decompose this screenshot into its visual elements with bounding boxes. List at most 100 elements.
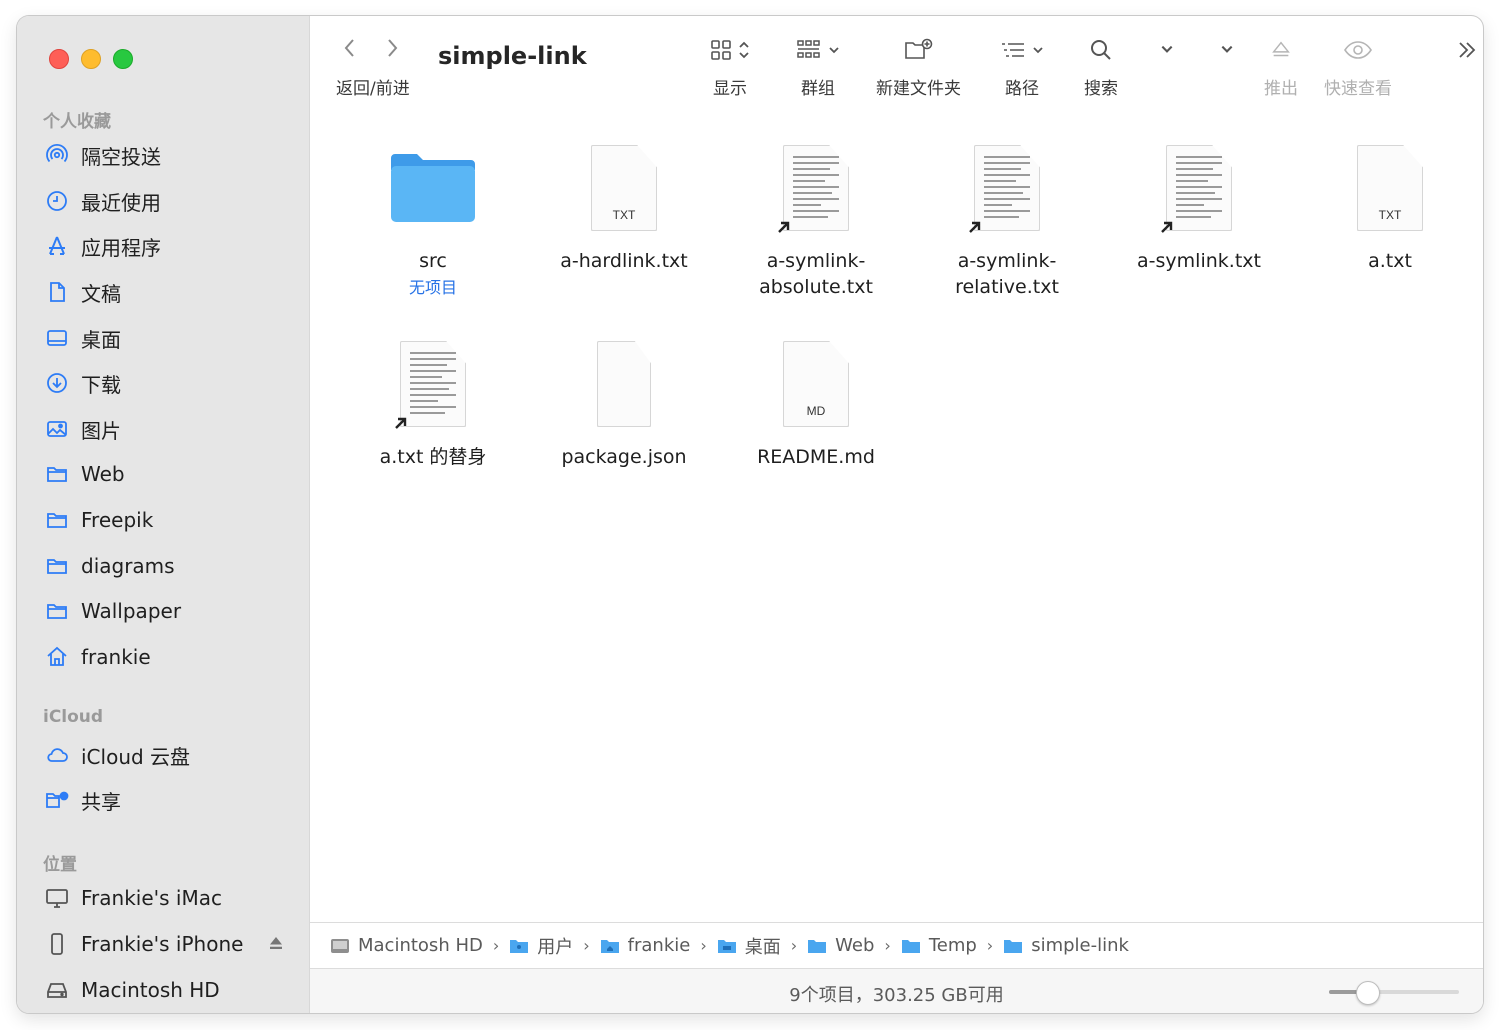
eject-label: 推出: [1264, 79, 1298, 99]
sidebar-item-applications[interactable]: 应用程序: [43, 229, 293, 263]
file-item-a-hardlink[interactable]: TXT a-hardlink.txt: [534, 138, 714, 274]
folder-icon: [43, 597, 71, 625]
file-item-a-txt[interactable]: TXT a.txt: [1300, 138, 1480, 274]
sidebar-item-pictures[interactable]: 图片: [43, 412, 293, 446]
sidebar-item-label: Frankie's iMac: [81, 886, 222, 910]
file-item-a-symlink-relative[interactable]: a-symlink- relative.txt: [917, 138, 1097, 300]
finder-window: 个人收藏 隔空投送 最近使用 应用程序 文稿 桌面 下载 图片 Web Free…: [17, 16, 1483, 1013]
chevron-right-icon: ›: [790, 936, 798, 955]
text-file-icon: TXT: [574, 138, 674, 238]
search-icon: [1091, 40, 1111, 60]
file-item-package-json[interactable]: package.json: [534, 334, 714, 470]
quicklook-button[interactable]: 快速查看: [1324, 34, 1392, 99]
sidebar-item-documents[interactable]: 文稿: [43, 275, 293, 309]
file-item-readme[interactable]: MD README.md: [726, 334, 906, 470]
path-crumb-macintosh-hd[interactable]: Macintosh HD: [330, 935, 483, 956]
sidebar-item-web[interactable]: Web: [43, 457, 293, 491]
sidebar-item-freepik[interactable]: Freepik: [43, 503, 293, 537]
path-button[interactable]: 路径: [1000, 34, 1044, 99]
more-dropdown-1[interactable]: [1160, 42, 1174, 56]
alias-file-icon: [766, 138, 866, 238]
sidebar-item-iphone[interactable]: Frankie's iPhone: [43, 927, 293, 961]
group-icon: [797, 40, 820, 58]
close-button[interactable]: [49, 49, 69, 69]
eject-button[interactable]: 推出: [1264, 34, 1298, 99]
sidebar-item-airdrop[interactable]: 隔空投送: [43, 138, 293, 172]
sidebar-item-wallpaper[interactable]: Wallpaper: [43, 594, 293, 628]
sidebar-item-label: frankie: [81, 645, 151, 669]
file-item-src[interactable]: src 无项目: [343, 138, 523, 298]
sidebar-item-diagrams[interactable]: diagrams: [43, 549, 293, 583]
search-button[interactable]: 搜索: [1084, 34, 1118, 99]
path-label: 路径: [1005, 79, 1039, 99]
file-grid: src 无项目 TXT a-hardlink.txt a-symlink- ab…: [310, 116, 1483, 923]
sidebar-item-imac[interactable]: Frankie's iMac: [43, 881, 293, 915]
folder-icon: [43, 506, 71, 534]
sidebar-item-icloud-drive[interactable]: iCloud 云盘: [43, 738, 293, 772]
new-folder-button[interactable]: 新建文件夹: [876, 34, 961, 99]
imac-icon: [43, 884, 71, 912]
minimize-button[interactable]: [81, 49, 101, 69]
eject-icon: [1272, 41, 1290, 57]
home-folder-icon: [600, 937, 620, 955]
path-crumb-simple-link[interactable]: simple-link: [1003, 935, 1129, 956]
back-button[interactable]: [340, 36, 360, 64]
sidebar-item-label: diagrams: [81, 554, 175, 578]
toolbar-overflow-button[interactable]: [1456, 40, 1478, 60]
path-list-icon: [1002, 43, 1024, 57]
chevron-right-icon: ›: [700, 936, 707, 955]
view-mode-button[interactable]: 显示: [710, 34, 750, 99]
file-item-a-txt-alias[interactable]: a.txt 的替身: [343, 334, 523, 470]
clock-icon: [43, 187, 71, 215]
file-name: a-symlink.txt: [1137, 250, 1261, 272]
sidebar-item-label: Macintosh HD: [81, 978, 220, 1002]
chevron-down-icon: [1221, 45, 1233, 53]
sidebar-item-label: 共享: [81, 789, 121, 814]
path-crumb-label: 桌面: [744, 936, 781, 958]
sidebar-item-desktop[interactable]: 桌面: [43, 321, 293, 355]
chevron-down-icon: [1033, 47, 1043, 54]
path-crumb-desktop[interactable]: 桌面: [717, 933, 781, 959]
zoom-button[interactable]: [113, 49, 133, 69]
more-dropdown-2[interactable]: [1220, 42, 1234, 56]
sidebar-item-shared[interactable]: 共享: [43, 783, 293, 817]
sidebar-item-label: 隔空投送: [81, 144, 161, 169]
sidebar-item-macintosh-hd[interactable]: Macintosh HD: [43, 973, 293, 1007]
icloud-section-title: iCloud: [43, 707, 104, 727]
sidebar-item-frankie[interactable]: frankie: [43, 640, 293, 674]
slider-knob[interactable]: [1356, 981, 1380, 1005]
search-label: 搜索: [1084, 79, 1118, 99]
sidebar-item-label: Wallpaper: [81, 599, 182, 623]
chevron-right-icon: ›: [986, 936, 994, 955]
view-mode-label: 显示: [713, 79, 747, 99]
group-button[interactable]: 群组: [796, 34, 840, 99]
chevron-right-icon: ›: [492, 936, 500, 955]
sidebar-item-recents[interactable]: 最近使用: [43, 184, 293, 218]
path-crumb-label: simple-link: [1031, 935, 1129, 956]
quicklook-label: 快速查看: [1324, 79, 1392, 99]
alias-file-icon: [1149, 138, 1249, 238]
cloud-icon: [43, 741, 71, 769]
path-crumb-label: frankie: [627, 935, 691, 956]
path-bar: Macintosh HD › 用户 › frankie › 桌面 › Web ›…: [310, 922, 1483, 968]
document-icon: [43, 278, 71, 306]
path-crumb-users[interactable]: 用户: [509, 933, 573, 959]
file-item-a-symlink[interactable]: a-symlink.txt: [1109, 138, 1289, 274]
file-name: package.json: [561, 446, 687, 468]
folder-icon: [43, 552, 71, 580]
up-down-chevron-icon: [739, 41, 749, 59]
sidebar-item-label: 最近使用: [81, 190, 161, 215]
sidebar-item-downloads[interactable]: 下载: [43, 366, 293, 400]
desktop-folder-icon: [717, 937, 737, 955]
forward-button[interactable]: [382, 36, 402, 64]
status-bar: 9个项目，303.25 GB可用: [310, 968, 1483, 1013]
path-crumb-frankie[interactable]: frankie: [600, 935, 691, 956]
path-crumb-web[interactable]: Web: [807, 935, 874, 956]
path-crumb-temp[interactable]: Temp: [901, 935, 977, 956]
file-item-a-symlink-absolute[interactable]: a-symlink- absolute.txt: [726, 138, 906, 300]
icon-size-slider[interactable]: [1329, 981, 1459, 1005]
eject-icon[interactable]: [267, 933, 285, 957]
file-type-tag: MD: [806, 404, 826, 418]
chevron-right-icon: ›: [583, 936, 590, 955]
nav-label: 返回/前进: [336, 79, 410, 99]
